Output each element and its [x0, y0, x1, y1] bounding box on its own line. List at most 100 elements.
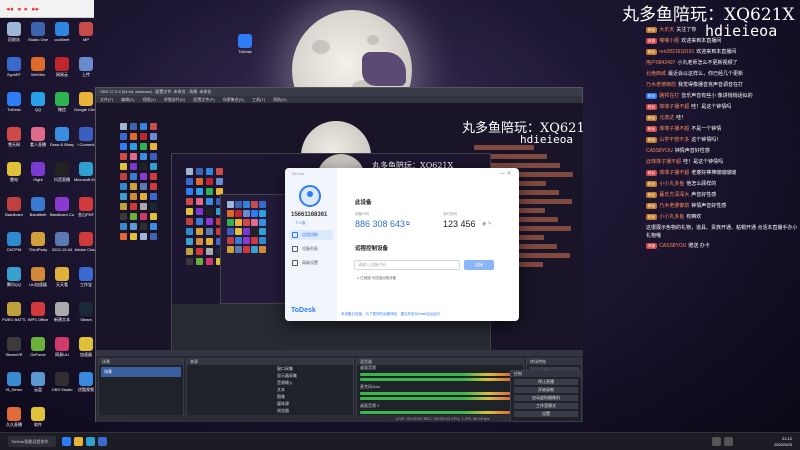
desktop-icon[interactable]: 2022-10-04 — [50, 232, 74, 252]
desktop-icon[interactable]: 久久直播 — [2, 407, 26, 427]
desktop-icon[interactable]: 网易云 — [50, 57, 74, 77]
desktop-icon[interactable]: ZyphRT — [2, 57, 26, 77]
virtual-camera-button[interactable]: 启动虚拟摄像机 — [514, 395, 578, 401]
chat-username[interactable]: 乃木老婆御前 — [646, 81, 676, 88]
clock[interactable]: 21:12 2022/9/23 — [774, 436, 792, 448]
chat-username[interactable]: 菲菲子播不超 — [659, 169, 689, 176]
nav-advanced-settings[interactable]: 高级设置 — [289, 258, 333, 268]
forward-button[interactable]: ▸▸ — [32, 5, 39, 13]
desktop-icon[interactable]: cccMeet — [50, 22, 74, 42]
chat-username[interactable]: 用户6842497 — [646, 59, 675, 66]
desktop-icon[interactable]: ToDesk — [2, 92, 26, 112]
tray-icon[interactable] — [712, 437, 721, 446]
desktop-icon[interactable]: 看人直播 — [26, 127, 50, 147]
mixer-panel[interactable]: 混音器 桌面音频 麦克风/Aux 桌面音频 2 — [356, 358, 524, 420]
source-item[interactable]: 媒体源 — [277, 400, 353, 407]
source-item[interactable]: 浏览器 — [277, 407, 353, 414]
desktop-icon[interactable]: UU加速器 — [26, 267, 50, 287]
desktop-icon[interactable]: 网易UU — [50, 337, 74, 357]
user-avatar-icon[interactable] — [299, 185, 321, 207]
copy-icon[interactable]: ⧉ — [406, 221, 410, 227]
menu-profile[interactable]: 配置文件(P) — [193, 96, 214, 103]
settings-button[interactable]: 设置 — [514, 411, 578, 417]
edge-icon[interactable] — [86, 437, 95, 446]
chat-username[interactable]: 北逸达 — [659, 114, 674, 121]
chat-username[interactable]: 菲菲子播不超 — [659, 103, 689, 110]
sources-panel[interactable]: 来源 窗口采集 显示器采集 音频输入 文本 图像 媒体源 浏览器 — [186, 358, 354, 420]
desktop-icon[interactable]: 回收站 — [2, 22, 26, 42]
chat-username[interactable]: 乃木老婆御前 — [659, 202, 689, 209]
desktop-icon[interactable]: CMTPM — [2, 232, 26, 252]
desktop-icon[interactable]: 云盘 — [26, 372, 50, 392]
connect-button[interactable]: 连接 — [464, 260, 494, 270]
window-controls[interactable]: — ✕ — [499, 170, 512, 177]
desktop-icon[interactable]: 雪天网 — [2, 127, 26, 147]
source-item[interactable]: 窗口采集 — [277, 365, 353, 372]
desktop-icon[interactable]: 雷电 — [2, 162, 26, 182]
menu-file[interactable]: 文件(F) — [100, 96, 113, 103]
scenes-panel[interactable]: 场景 场景 — [98, 358, 184, 420]
device-code-value[interactable]: 886 308 643 — [355, 219, 405, 229]
menu-tools[interactable]: 工具(T) — [252, 96, 265, 103]
todesk-taskbar-icon[interactable] — [98, 437, 107, 446]
desktop-icon[interactable]: 软件 — [26, 407, 50, 427]
chat-username[interactable]: 北绝西城 — [646, 70, 666, 77]
desktop-icon[interactable]: SteamVR — [2, 337, 26, 357]
desktop-icon[interactable]: Bandicam — [2, 197, 26, 217]
nav-device-list[interactable]: 设备列表 — [289, 244, 333, 254]
rewind-button[interactable]: ◂◂ — [6, 5, 13, 13]
menu-view[interactable]: 视图(V) — [142, 96, 155, 103]
studio-mode-button[interactable]: 工作室模式 — [514, 403, 578, 409]
desktop-icon[interactable]: MP — [74, 22, 98, 42]
chat-username[interactable]: 山学不管不多 — [659, 136, 689, 143]
source-item[interactable]: 显示器采集 — [277, 372, 353, 379]
desktop-icon[interactable]: OBS Studio — [50, 372, 74, 392]
desktop-icon[interactable]: Draw & Bluep — [50, 127, 74, 147]
source-item[interactable]: 音频输入 — [277, 379, 353, 386]
scene-item[interactable]: 场景 — [101, 367, 181, 377]
desktop-icon[interactable]: Studio One — [26, 22, 50, 42]
start-recording-button[interactable]: 开始录制 — [514, 387, 578, 393]
chat-username[interactable]: 小小丸多鱼 — [659, 180, 684, 187]
source-item[interactable]: 文本 — [277, 386, 353, 393]
todesk-window[interactable]: ToDesk 15661168361 个人版 远程协助 设备列表 高级设置 To… — [285, 168, 519, 321]
menu-help[interactable]: 帮助(H) — [273, 96, 287, 103]
stop-streaming-button[interactable]: 停止直播 — [514, 379, 578, 385]
desktop-icon[interactable]: 上传 — [74, 57, 98, 77]
chat-username[interactable]: CASS8YOU — [659, 243, 686, 249]
chat-username[interactable]: 嘟嘟小姬 — [659, 37, 679, 44]
eye-icon[interactable]: ◉ ✎ — [482, 221, 492, 227]
file-explorer-icon[interactable] — [74, 437, 83, 446]
chat-username[interactable]: @菲菲子播不超 — [646, 158, 681, 165]
nav-remote-assist[interactable]: 远程协助 — [289, 230, 333, 240]
desktop-icon[interactable]: 天天看 — [50, 267, 74, 287]
desktop-icon[interactable]: WeStlm — [26, 57, 50, 77]
chat-username[interactable]: CA5S8YOU — [646, 148, 673, 154]
chat-username[interactable]: 路邦在打 — [659, 92, 679, 99]
menu-scene-collection[interactable]: 场景集合(S) — [223, 96, 244, 103]
chat-username[interactable]: 大乐天 — [659, 26, 674, 33]
menu-edit[interactable]: 编辑(E) — [121, 96, 134, 103]
desktop-icon[interactable]: Hight — [26, 162, 50, 182]
taskbar-search[interactable]: ToDesk智能远程协作 — [8, 436, 56, 447]
chat-username[interactable]: ren2821618191 — [659, 49, 694, 55]
desktop-icon[interactable]: 抖音直播 — [50, 162, 74, 182]
desktop-icon[interactable]: PUBG BATTLEGR — [2, 302, 26, 322]
device-code-input[interactable]: 请输入设备代码 — [354, 260, 460, 270]
volume-icon[interactable] — [724, 437, 733, 446]
desktop-icon[interactable]: 腾讯QQ — [2, 267, 26, 287]
desktop-icon[interactable]: 微信 — [50, 92, 74, 112]
desktop-icon[interactable]: 新建文本 — [50, 302, 74, 322]
chat-username[interactable]: 暮氏方深深大 — [659, 191, 689, 198]
source-item[interactable]: 图像 — [277, 393, 353, 400]
desktop-icon[interactable]: WPS Office — [26, 302, 50, 322]
desktop-icon[interactable]: Hi_Demo — [2, 372, 26, 392]
desktop-icon-todesk-shortcut[interactable]: ToDesk — [233, 34, 257, 54]
footer-notice[interactable]: 本设备已连接，为了更好的远程体验，建议开启ToDesk后台运行 — [341, 312, 440, 317]
chat-username[interactable]: 小小丸多鱼 — [659, 213, 684, 220]
desktop-icon[interactable]: ThirdParty — [26, 232, 50, 252]
desktop-icon[interactable]: QQ — [26, 92, 50, 112]
menu-docks[interactable]: 停靠部件(D) — [164, 96, 186, 103]
play-button[interactable]: ▸ — [25, 5, 29, 13]
start-icon[interactable] — [62, 437, 71, 446]
